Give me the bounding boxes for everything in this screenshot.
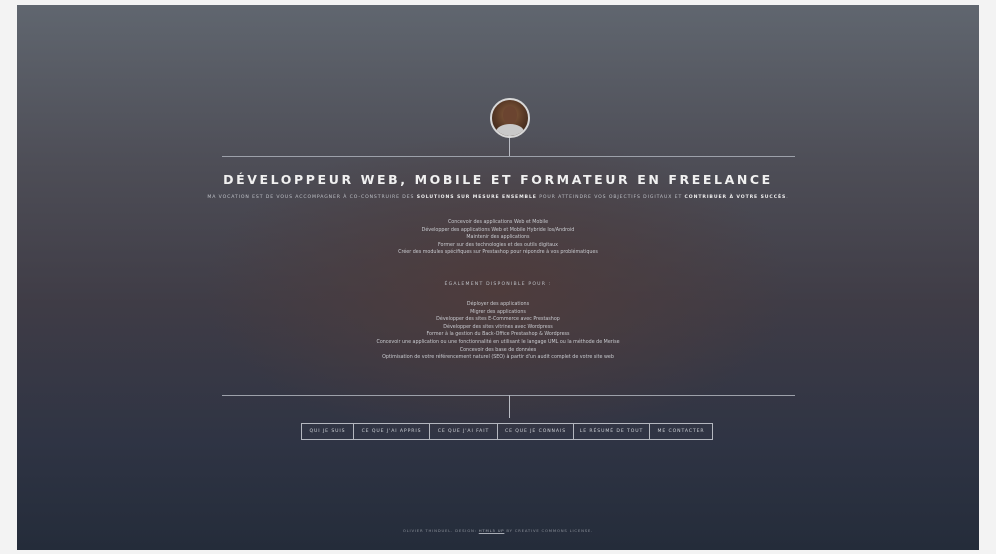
list-item: Maintenir des applications [466,235,530,241]
list-item: Concevoir des applications Web et Mobile [447,220,549,225]
list-item: Concevoir des base de données [459,347,537,353]
list-item: Développer des sites E-Commerce avec Pre… [436,317,560,323]
also-available-heading: Également disponible pour : [444,282,552,287]
nav-link-me-contacter[interactable]: Me contacter [650,424,712,439]
avatar[interactable] [490,98,530,138]
intro-bold-1: solutions sur mesure ensemble [416,195,537,200]
list-item: Déployer des applications [466,302,530,307]
intro-bold-2: contribuer à votre succès [684,195,787,200]
list-item: Optimisation de votre référencement natu… [382,355,614,361]
list-item: Concevoir une application ou une fonctio… [376,339,620,345]
connector-top [509,138,510,156]
also-available-list: Déployer des applications Migrer des app… [17,301,979,362]
intro-part-2: pour atteindre vos objectifs digitaux et [539,195,683,200]
list-item: Développer des sites vitrines avec Wordp… [443,324,553,330]
main-nav: Qui je suis Ce que j'ai appris Ce que j'… [301,423,713,440]
page-title: DÉVELOPPEUR WEB, MOBILE ET FORMATEUR EN … [223,172,773,187]
page-frame: DÉVELOPPEUR WEB, MOBILE ET FORMATEUR EN … [17,5,979,550]
footer: Olivier Thinduel. Design: HTML5 UP by Cr… [17,528,979,533]
list-item: Former sur des technologies et des outil… [437,242,559,248]
nav-link-ce-que-jai-appris[interactable]: Ce que j'ai appris [354,424,430,439]
footer-link[interactable]: HTML5 UP [479,528,505,533]
services-list: Concevoir des applications Web et Mobile… [17,219,979,257]
nav-link-ce-que-jai-fait[interactable]: Ce que j'ai fait [430,424,498,439]
avatar-face [503,106,517,124]
person-photo-icon [496,124,524,136]
divider-top [222,156,795,157]
footer-suffix: by Creative Commons License. [506,528,594,533]
connector-bottom [509,395,510,418]
nav-link-qui-je-suis[interactable]: Qui je suis [302,424,354,439]
list-item: Former à la gestion du Back-Office Prest… [426,332,570,338]
nav-link-ce-que-je-connais[interactable]: Ce que je connais [498,424,574,439]
nav-link-le-resume-de-tout[interactable]: Le résumé de tout [574,424,650,439]
intro-text: Ma vocation est de vous accompagner à co… [207,195,789,200]
list-item: Créer des modules spécifiques sur Presta… [398,250,598,256]
intro-part-1: Ma vocation est de vous accompagner à co… [207,195,415,200]
list-item: Développer des applications Web et Mobil… [421,227,575,233]
footer-text: Olivier Thinduel. Design: [402,528,477,533]
list-item: Migrer des applications [470,309,526,315]
